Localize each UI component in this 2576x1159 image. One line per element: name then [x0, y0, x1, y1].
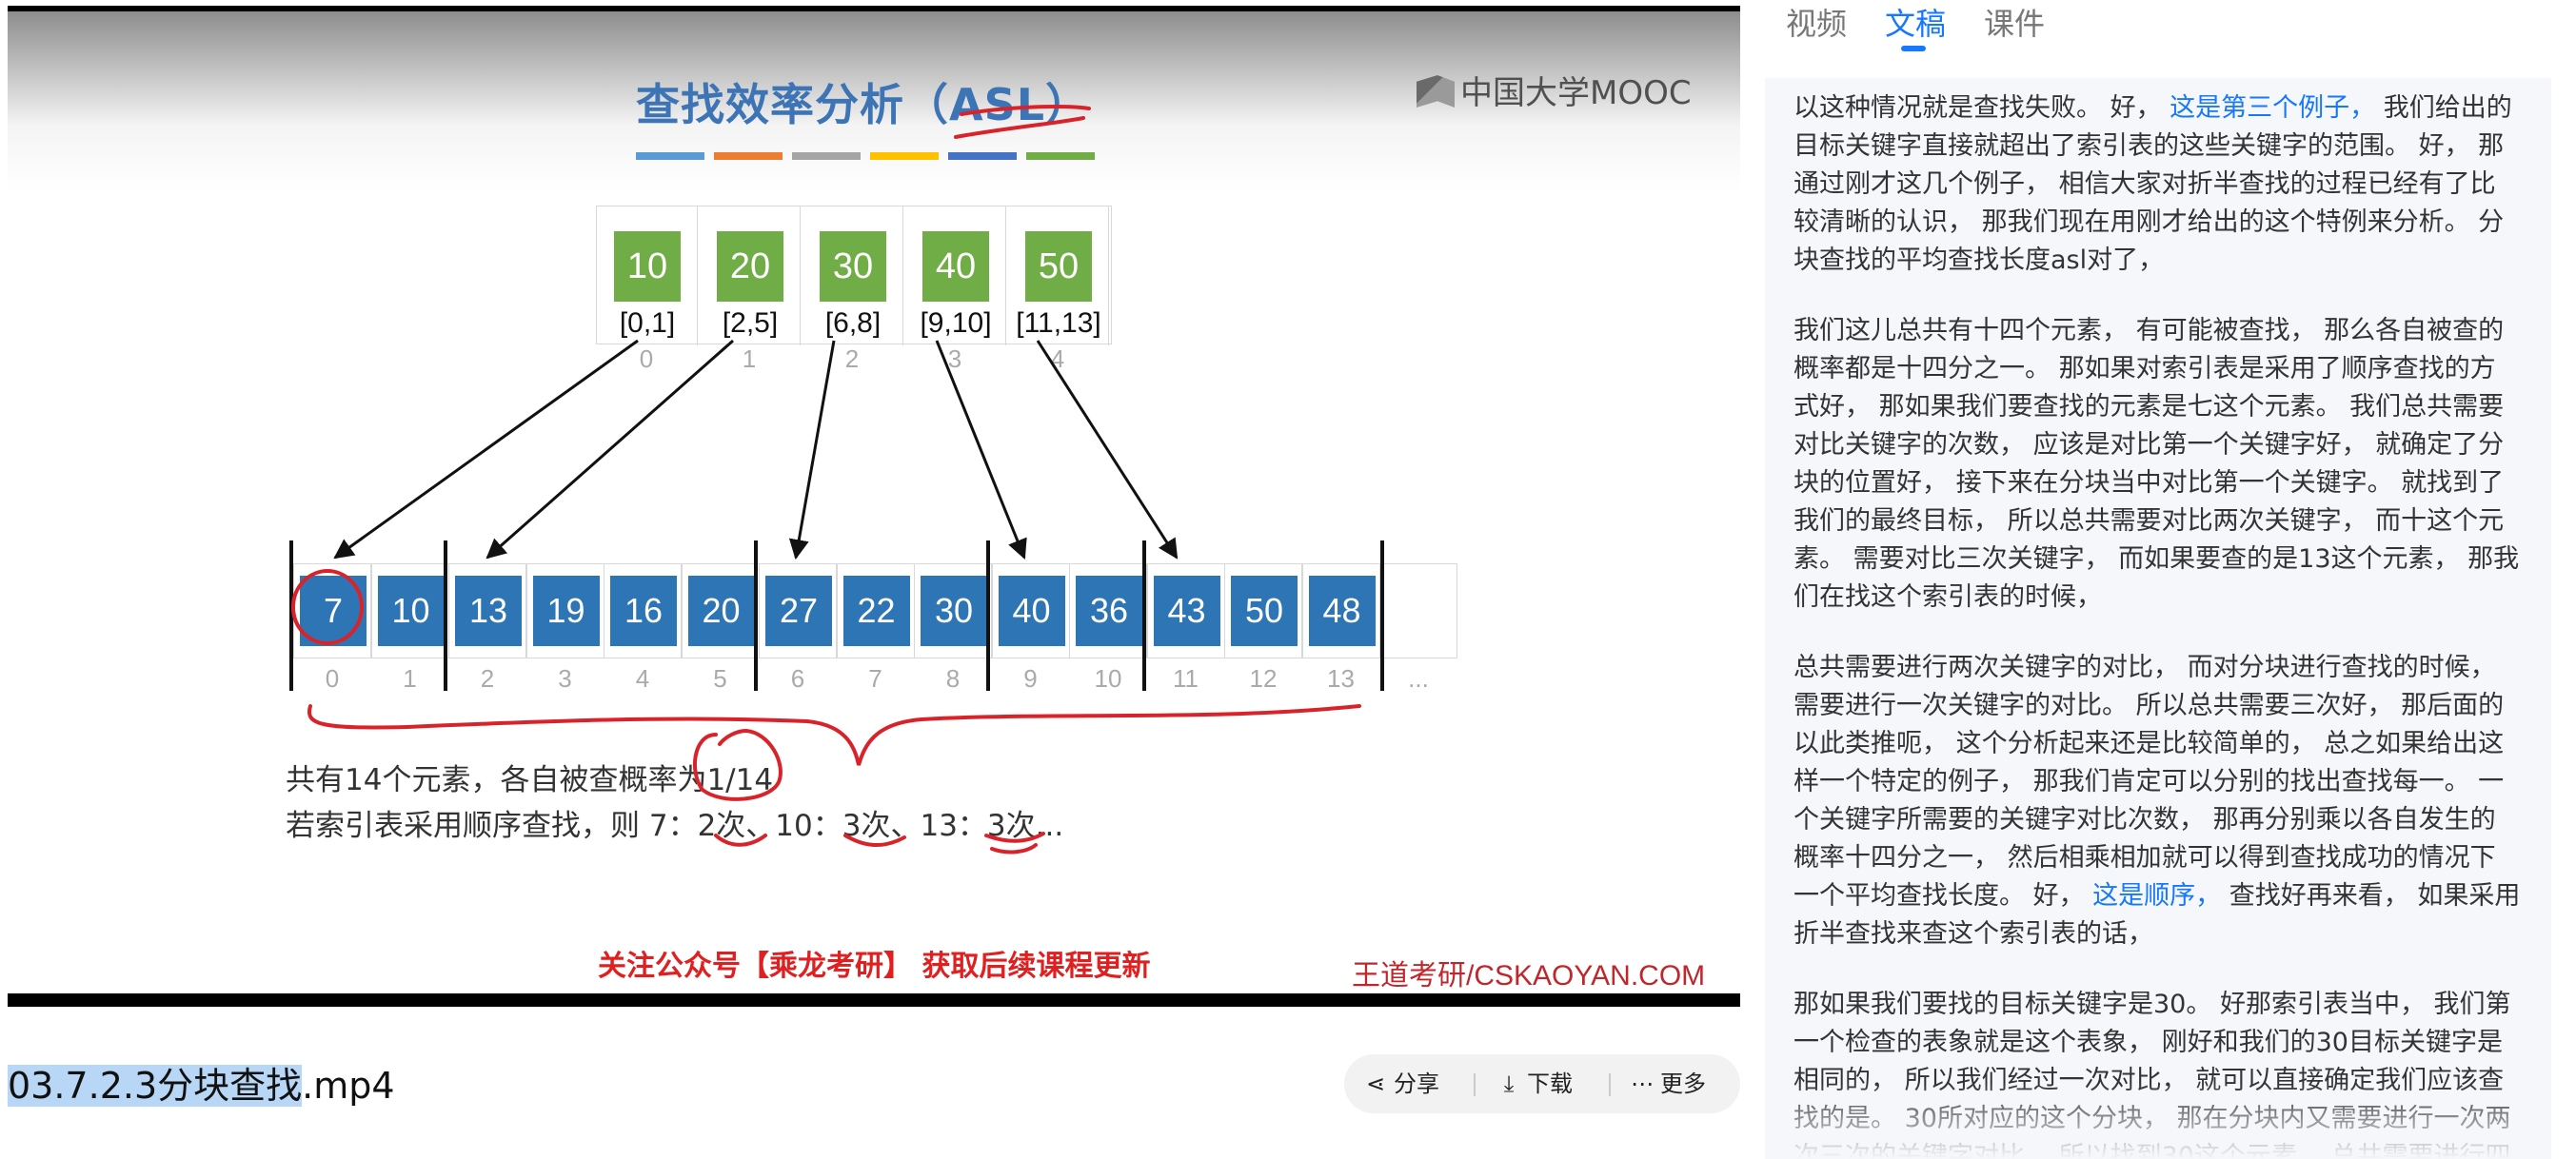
transcript-paragraph-1: 以这种情况就是查找失败。 好， 这是第三个例子， 我们给出的 目标关键字直接就超出… — [1793, 89, 2526, 280]
arrow-block-3 — [935, 340, 1027, 560]
transcript-line: 较清晰的认识， 那我们现在用刚才给出的这个特例来分析。 分 — [1793, 207, 2505, 237]
transcript-line: 概率都是十四分之一。 那如果对索引表是采用了顺序查找的方 — [1793, 354, 2496, 383]
arrow-block-2 — [788, 340, 836, 560]
transcript-text: 我们给出的 — [2375, 93, 2512, 123]
title-underline-1 — [960, 105, 1091, 116]
title-underline-2 — [954, 116, 1085, 139]
transcript-line: 那如果我们要找的目标关键字是30。 好那索引表当中， 我们第 — [1793, 990, 2511, 1019]
arrow-block-4 — [1036, 340, 1179, 560]
slide-annotations — [291, 105, 1361, 855]
transcript-line: 需要进行一次关键字的对比。 所以总共需要三次好， 那后面的 — [1793, 691, 2505, 720]
download-button[interactable]: ⤓ 下载 — [1496, 1054, 1573, 1113]
lecture-slide: 查找效率分析（ASL） 中国大学MOOC 10 [0,1] 20 [2,5] 30 [6,… — [8, 11, 1740, 993]
transcript-line: 我们这儿总共有十四个元素， 有可能被查找， 那么各自被查的 — [1793, 316, 2505, 345]
transcript-line: 素。 需要对比三次关键字， 而如果要查的是13这个元素， 那我 — [1793, 544, 2520, 574]
transcript-line: 块查找的平均查找长度asl对了， — [1793, 246, 2165, 275]
tab-transcript[interactable]: 文稿 — [1885, 0, 1946, 44]
underline-3times-a — [843, 834, 906, 848]
transcript-fade — [1765, 1083, 2551, 1159]
transcript-link[interactable]: 这是顺序， — [2092, 881, 2221, 911]
transcript-line: 目标关键字直接就超出了索引表的这些关键字的范围。 好， 那 — [1793, 131, 2505, 161]
transcript-line: 折半查找来查这个索引表的话， — [1793, 919, 2153, 949]
transcript-line: 一个平均查找长度。 好， 这是顺序， 查找好再来看， 如果采用 — [1793, 877, 2526, 915]
video-file-title: 03.7.2.3分块查找.mp4 — [8, 1056, 395, 1109]
circle-probability — [692, 728, 783, 801]
transcript-line: 以这种情况就是查找失败。 好， 这是第三个例子， 我们给出的 — [1793, 89, 2526, 128]
share-icon: ⋖ — [1365, 1071, 1386, 1097]
arrow-block-1 — [485, 339, 734, 560]
tab-courseware[interactable]: 课件 — [1984, 0, 2045, 44]
circle-seven — [291, 569, 364, 645]
transcript-text: 以这种情况就是查找失败。 好， — [1793, 93, 2170, 123]
share-button[interactable]: ⋖ 分享 — [1363, 1054, 1439, 1113]
more-icon: ⋯ — [1631, 1071, 1654, 1097]
red-handwriting — [291, 105, 1361, 855]
download-label: 下载 — [1527, 1071, 1573, 1097]
transcript-text: 一个平均查找长度。 好， — [1793, 881, 2093, 911]
transcript-line: 以此类推呃， 这个分析起来还是比较简单的， 总之如果给出这 — [1793, 729, 2505, 758]
more-button[interactable]: ⋯ 更多 — [1630, 1054, 1706, 1113]
transcript-line: 我们的最终目标， 所以总共需要对比两次关键字， 而十这个元 — [1793, 506, 2505, 536]
video-player[interactable]: 查找效率分析（ASL） 中国大学MOOC 10 [0,1] 20 [2,5] 30 [6,… — [8, 6, 1740, 1007]
transcript-panel[interactable]: 以这种情况就是查找失败。 好， 这是第三个例子， 我们给出的 目标关键字直接就超出… — [1765, 78, 2551, 1159]
transcript-line: 式好， 那如果我们要查找的元素是七这个元素。 我们总共需要 — [1793, 392, 2505, 422]
action-bar: ⋖ 分享 ⤓ 下载 ⋯ 更多 — [1344, 1054, 1740, 1113]
file-title-highlight: 03.7.2.3分块查找 — [8, 1065, 303, 1107]
more-label: 更多 — [1660, 1071, 1706, 1097]
file-title-extension: .mp4 — [302, 1065, 395, 1107]
share-label: 分享 — [1394, 1071, 1439, 1097]
transcript-line: 一个检查的表象就是这个表象， 刚好和我们的30目标关键字是 — [1793, 1028, 2503, 1057]
index-arrows — [333, 339, 1179, 560]
tab-video[interactable]: 视频 — [1786, 0, 1847, 44]
action-separator — [1609, 1073, 1611, 1096]
transcript-line: 个关键字所需要的关键字对比次数， 那再分别乘以各自发生的 — [1793, 805, 2496, 835]
transcript-paragraph-3: 总共需要进行两次关键字的对比， 而对分块进行查找的时候， 需要进行一次关键字的对… — [1793, 649, 2526, 953]
range-brace — [307, 704, 1361, 766]
transcript-line: 总共需要进行两次关键字的对比， 而对分块进行查找的时候， — [1793, 653, 2496, 682]
transcript-line: 对比关键字的次数， 应该是对比第一个关键字好， 就确定了分 — [1793, 430, 2505, 460]
transcript-line: 块的位置好， 接下来在分块当中对比第一个关键字。 就找到了 — [1793, 468, 2505, 498]
transcript-line: 概率十四分之一， 然后相乘相加就可以得到查找成功的情况下 — [1793, 843, 2496, 873]
app-root: 查找效率分析（ASL） 中国大学MOOC 10 [0,1] 20 [2,5] 30 [6,… — [0, 0, 2576, 1159]
arrow-block-0 — [333, 339, 639, 560]
underline-3times-b — [984, 832, 1045, 855]
active-tab-indicator — [1901, 46, 1926, 51]
transcript-line: 通过刚才这几个例子， 相信大家对折半查找的过程已经有了比 — [1793, 169, 2496, 199]
transcript-paragraph-2: 我们这儿总共有十四个元素， 有可能被查找， 那么各自被查的 概率都是十四分之一。 … — [1793, 312, 2526, 617]
action-separator — [1474, 1073, 1476, 1096]
underline-2times — [714, 834, 767, 847]
download-icon: ⤓ — [1503, 1071, 1515, 1097]
transcript-line: 们在找这个索引表的时候， — [1793, 582, 2102, 612]
transcript-line: 样一个特定的例子， 那我们肯定可以分别的找出查找每一。 一 — [1793, 767, 2505, 796]
transcript-link[interactable]: 这是第三个例子， — [2170, 93, 2375, 123]
transcript-text: 查找好再来看， 如果采用 — [2221, 881, 2521, 911]
